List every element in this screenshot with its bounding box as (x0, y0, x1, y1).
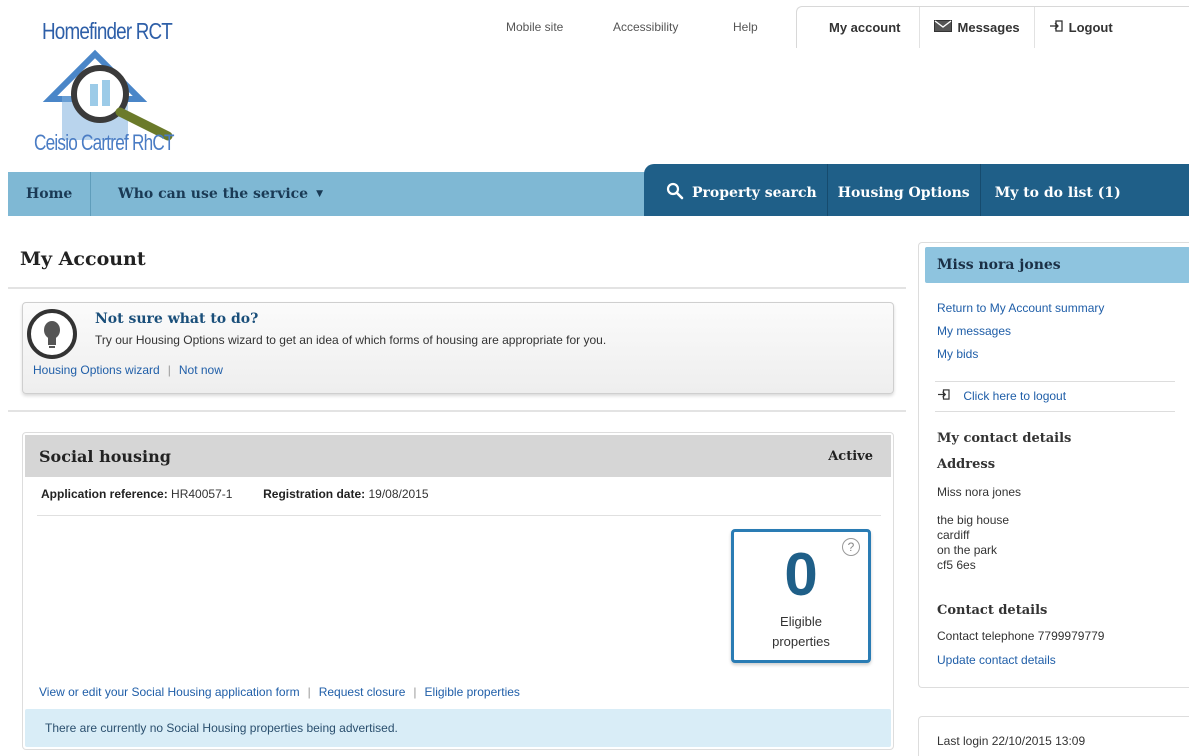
application-reference-label: Application reference: (41, 487, 168, 501)
messages-label: Messages (957, 20, 1020, 35)
nav-housing-options[interactable]: Housing Options (826, 164, 980, 216)
nav-dark-section: Property search Housing Options My to do… (644, 164, 1189, 216)
no-properties-notice: There are currently no Social Housing pr… (25, 709, 891, 747)
tip-links: Housing Options wizard | Not now (33, 363, 223, 377)
last-login: Last login 22/10/2015 13:09 (918, 716, 1189, 756)
sidebar-divider (935, 381, 1175, 382)
update-contact-link[interactable]: Update contact details (937, 653, 1056, 667)
social-housing-links: View or edit your Social Housing applica… (39, 685, 520, 699)
separator: | (413, 685, 417, 699)
house-magnifier-icon (42, 49, 173, 141)
contact-details-heading: My contact details (937, 431, 1072, 446)
user-name: Miss nora jones (937, 257, 1061, 273)
social-housing-title: Social housing (39, 447, 171, 466)
envelope-icon (933, 20, 952, 35)
housing-options-tip: Not sure what to do? Try our Housing Opt… (22, 302, 894, 394)
tip-title: Not sure what to do? (95, 311, 259, 327)
eligible-properties-tile[interactable]: ? 0 Eligible properties (731, 529, 871, 663)
address-line: on the park (937, 543, 998, 557)
return-summary-link[interactable]: Return to My Account summary (937, 301, 1104, 315)
address-name: Miss nora jones (937, 485, 1022, 499)
registration-date-label: Registration date: (263, 487, 366, 501)
separator: | (167, 363, 171, 377)
sidebar-header: Miss nora jones (925, 247, 1189, 283)
not-now-link[interactable]: Not now (179, 363, 223, 377)
nav-home[interactable]: Home (8, 172, 92, 216)
logo-title: Homefinder RCT (42, 18, 173, 44)
eligible-label-line-1: Eligible (780, 614, 822, 629)
meta-divider (37, 515, 881, 516)
address-heading: Address (937, 457, 996, 472)
application-meta: Application reference: HR40057-1 Registr… (41, 487, 429, 501)
sidebar-divider (935, 411, 1175, 412)
address-line: the big house (937, 513, 1010, 527)
help-link[interactable]: Help (733, 20, 758, 34)
contact-details-subheading: Contact details (937, 603, 1048, 618)
eligible-properties-link[interactable]: Eligible properties (425, 685, 520, 699)
social-housing-panel: Social housing Active Application refere… (22, 432, 894, 750)
housing-options-wizard-link[interactable]: Housing Options wizard (33, 363, 160, 377)
separator: | (307, 685, 311, 699)
click-logout-link[interactable]: Click here to logout (937, 389, 1066, 403)
nav-todo-list[interactable]: My to do list (1) (979, 164, 1131, 216)
eligible-label-line-2: properties (772, 634, 830, 649)
messages-tab[interactable]: Messages (918, 7, 1034, 48)
my-bids-link[interactable]: My bids (937, 347, 978, 361)
address-line: cf5 6es (937, 558, 976, 572)
site-logo[interactable]: Homefinder RCT Ceisio Cartref RhCT (30, 14, 210, 174)
logout-icon (937, 389, 953, 403)
edit-application-link[interactable]: View or edit your Social Housing applica… (39, 685, 300, 699)
search-icon (666, 182, 684, 204)
my-messages-link[interactable]: My messages (937, 324, 1011, 338)
social-housing-header: Social housing Active (25, 435, 891, 477)
eligible-count: 0 (784, 541, 818, 608)
my-account-tab[interactable]: My account (797, 7, 919, 48)
address-line: cardiff (937, 528, 970, 542)
logo-subtitle: Ceisio Cartref RhCT (34, 130, 174, 155)
nav-who-label: Who can use the service (118, 186, 309, 202)
click-logout-label: Click here to logout (963, 389, 1067, 403)
account-tabs: My account Messages Logout (796, 6, 1189, 48)
logout-label: Logout (1068, 20, 1113, 35)
logout-icon (1049, 20, 1063, 35)
tip-text: Try our Housing Options wizard to get an… (95, 333, 607, 347)
registration-date-value: 19/08/2015 (368, 487, 429, 501)
application-reference-value: HR40057-1 (171, 487, 233, 501)
contact-telephone: Contact telephone 7799979779 (937, 629, 1105, 643)
logout-tab[interactable]: Logout (1033, 7, 1127, 48)
request-closure-link[interactable]: Request closure (319, 685, 406, 699)
lightbulb-icon (27, 309, 77, 359)
property-search-label: Property search (692, 185, 817, 201)
page-title: My Account (20, 248, 146, 270)
accessibility-link[interactable]: Accessibility (613, 20, 678, 34)
eligible-label: Eligible properties (734, 612, 868, 652)
title-divider (8, 287, 906, 289)
my-account-label: My account (829, 20, 901, 35)
account-sidebar: Miss nora jones Return to My Account sum… (918, 242, 1189, 688)
nav-property-search[interactable]: Property search (644, 164, 827, 216)
tip-divider (8, 410, 906, 412)
caret-down-icon: ▼ (316, 189, 324, 199)
mobile-site-link[interactable]: Mobile site (506, 20, 563, 34)
nav-who-can-use[interactable]: Who can use the service ▼ (102, 172, 339, 216)
status-badge: Active (828, 449, 873, 464)
